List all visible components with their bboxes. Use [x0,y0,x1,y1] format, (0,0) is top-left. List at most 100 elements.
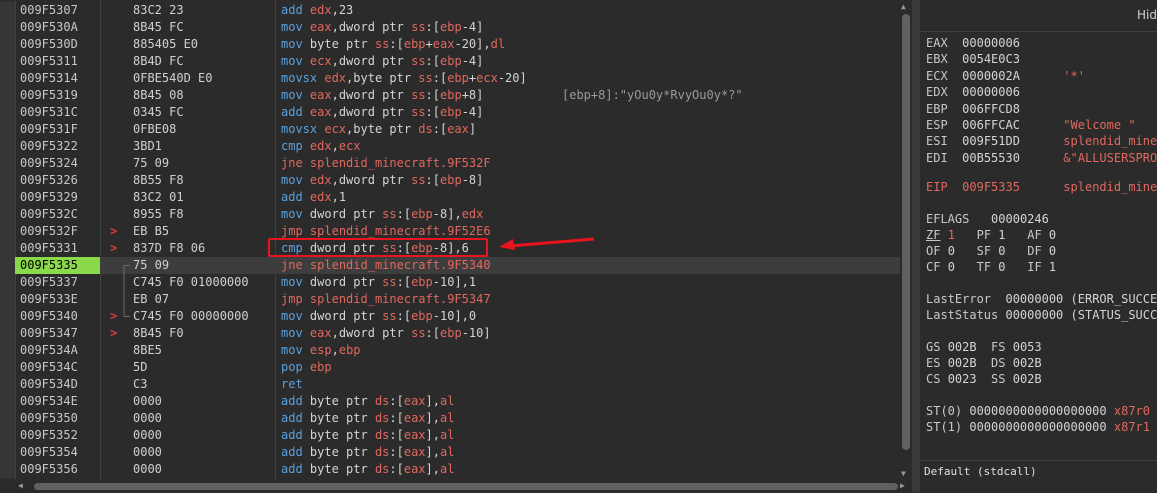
register-value[interactable]: 009F51DD [962,134,1020,148]
instruction-row[interactable]: 009F533E EB 07 jmp splendid_minecraft.9F53… [0,291,912,308]
breakpoint-gutter[interactable] [0,19,15,36]
instruction-text[interactable]: mov byte ptr ss:[ebp+eax-20],dl [281,36,505,53]
breakpoint-gutter[interactable] [0,376,15,393]
flag-value[interactable]: 0 [998,260,1005,274]
instruction-address[interactable]: 009F5350 [15,410,100,427]
instruction-address[interactable]: 009F5329 [15,189,100,206]
breakpoint-gutter[interactable] [0,240,15,257]
instruction-text[interactable]: mov ecx,dword ptr ss:[ebp-4] [281,53,483,70]
instruction-address[interactable]: 009F532F [15,223,100,240]
instruction-row[interactable]: 009F5347 >8B45 F0 mov eax,dword ptr ss:[eb… [0,325,912,342]
breakpoint-gutter[interactable] [0,36,15,53]
instruction-row[interactable]: 009F5335 75 09 jne splendid_minecraft.9F53… [0,257,912,274]
instruction-address[interactable]: 009F5322 [15,138,100,155]
instruction-row[interactable]: 009F531C 0345 FC add eax,dword ptr ss:[ebp… [0,104,912,121]
breakpoint-gutter[interactable] [0,325,15,342]
instruction-text[interactable]: mov dword ptr ss:[ebp-10],1 [281,274,476,291]
instruction-row[interactable]: 009F5350 0000 add byte ptr ds:[eax],al [0,410,912,427]
instruction-row[interactable]: 009F531F 0FBE08 movsx ecx,byte ptr ds:[eax… [0,121,912,138]
instruction-row[interactable]: 009F534A 8BE5 mov esp,ebp [0,342,912,359]
scroll-left-icon[interactable]: ◀ [18,480,23,492]
instruction-text[interactable]: add byte ptr ds:[eax],al [281,444,454,461]
registers-panel[interactable]: Hid EAX 00000006 EBX 0054E0C3 ECX 0000002A… [920,0,1157,460]
instruction-row[interactable]: 009F532C 8955 F8 mov dword ptr ss:[ebp-8],… [0,206,912,223]
breakpoint-gutter[interactable] [0,257,15,274]
fpu-register[interactable]: ST(0) 0000000000000000000 x87r0 [926,403,1150,419]
instruction-row[interactable]: 009F5356 0000 add byte ptr ds:[eax],al [0,461,912,478]
scroll-up-icon[interactable]: ▲ [901,2,906,11]
register-edi[interactable]: EDI 00B55530 &"ALLUSERSPROF [926,150,1157,166]
instruction-row[interactable]: 009F530A 8B45 FC mov eax,dword ptr ss:[ebp… [0,19,912,36]
breakpoint-gutter[interactable] [0,172,15,189]
last-status[interactable]: LastStatus 00000000 (STATUS_SUCCE [926,307,1157,323]
flags-flags-row1[interactable]: ZF 1 PF 1 AF 0 [926,227,1056,243]
flag-value[interactable]: 0 [1049,244,1056,258]
pane-splitter[interactable] [912,0,920,492]
calling-convention-bar[interactable]: Default (stdcall) [920,460,1157,493]
instruction-address[interactable]: 009F533E [15,291,100,308]
breakpoint-gutter[interactable] [0,206,15,223]
flag-value[interactable]: 0 [1049,228,1056,242]
instruction-row[interactable]: 009F5326 8B55 F8 mov edx,dword ptr ss:[ebp… [0,172,912,189]
flag-value[interactable]: 1 [998,228,1005,242]
fpu-register[interactable]: ST(1) 0000000000000000000 x87r1 [926,419,1150,435]
instruction-row[interactable]: 009F5354 0000 add byte ptr ds:[eax],al [0,444,912,461]
instruction-row[interactable]: 009F5337 C745 F0 01000000 mov dword ptr ss… [0,274,912,291]
flag-value[interactable]: 1 [948,228,955,242]
breakpoint-gutter[interactable] [0,359,15,376]
instruction-address[interactable]: 009F534A [15,342,100,359]
breakpoint-gutter[interactable] [0,291,15,308]
instruction-address[interactable]: 009F5311 [15,53,100,70]
scroll-right-icon[interactable]: ▶ [900,480,905,492]
segment-value[interactable]: 002B [948,356,977,370]
register-ebx[interactable]: EBX 0054E0C3 [926,51,1020,67]
breakpoint-gutter[interactable] [0,53,15,70]
register-value[interactable]: 006FFCD8 [962,102,1020,116]
instruction-text[interactable]: jne splendid_minecraft.9F5340 [281,257,491,274]
disassembly-vertical-scrollbar[interactable]: ▲ ▼ [900,0,912,480]
register-esi[interactable]: ESI 009F51DD splendid_minec [926,133,1157,149]
breakpoint-gutter[interactable] [0,427,15,444]
breakpoint-gutter[interactable] [0,410,15,427]
instruction-text[interactable]: mov esp,ebp [281,342,361,359]
instruction-text[interactable]: add edx,23 [281,2,353,19]
instruction-address[interactable]: 009F5331 [15,240,100,257]
register-eax[interactable]: EAX 00000006 [926,35,1020,51]
scrollbar-thumb[interactable] [34,483,898,490]
instruction-text[interactable]: jne splendid_minecraft.9F532F [281,155,491,172]
instruction-address[interactable]: 009F5335 [15,257,100,274]
flag-value[interactable]: 1 [1049,260,1056,274]
breakpoint-gutter[interactable] [0,155,15,172]
register-value[interactable]: 00000000 [1005,308,1063,322]
instruction-address[interactable]: 009F5340 [15,308,100,325]
instruction-text[interactable]: ret [281,376,303,393]
register-value[interactable]: 00000000 [1005,292,1063,306]
register-value[interactable]: 00B55530 [962,151,1020,165]
breakpoint-gutter[interactable] [0,223,15,240]
instruction-text[interactable]: add byte ptr ds:[eax],al [281,410,454,427]
instruction-address[interactable]: 009F5326 [15,172,100,189]
instruction-text[interactable]: add edx,1 [281,189,346,206]
instruction-address[interactable]: 009F534C [15,359,100,376]
instruction-text[interactable]: add byte ptr ds:[eax],al [281,393,454,410]
breakpoint-gutter[interactable] [0,461,15,478]
register-esp[interactable]: ESP 006FFCAC "Welcome " [926,117,1136,133]
flag-value[interactable]: 0 [998,244,1005,258]
breakpoint-gutter[interactable] [0,87,15,104]
breakpoint-gutter[interactable] [0,342,15,359]
instruction-address[interactable]: 009F5356 [15,461,100,478]
segment-value[interactable]: 002B [1013,372,1042,386]
instruction-row[interactable]: 009F534E 0000 add byte ptr ds:[eax],al [0,393,912,410]
instruction-address[interactable]: 009F5337 [15,274,100,291]
register-value[interactable]: 00000246 [991,212,1049,226]
instruction-row[interactable]: 009F5340 > C745 F0 00000000 mov dword ptr s… [0,308,912,325]
register-value[interactable]: 00000006 [962,85,1020,99]
segment-value[interactable]: 0053 [1013,340,1042,354]
breakpoint-gutter[interactable] [0,393,15,410]
instruction-row[interactable]: 009F534D C3 ret [0,376,912,393]
disassembly-view[interactable]: 009F5307 83C2 23 add edx,23 009F530A 8B45 FC… [0,0,912,480]
instruction-text[interactable]: cmp edx,ecx [281,138,361,155]
breakpoint-gutter[interactable] [0,189,15,206]
breakpoint-gutter[interactable] [0,444,15,461]
instruction-address[interactable]: 009F534D [15,376,100,393]
